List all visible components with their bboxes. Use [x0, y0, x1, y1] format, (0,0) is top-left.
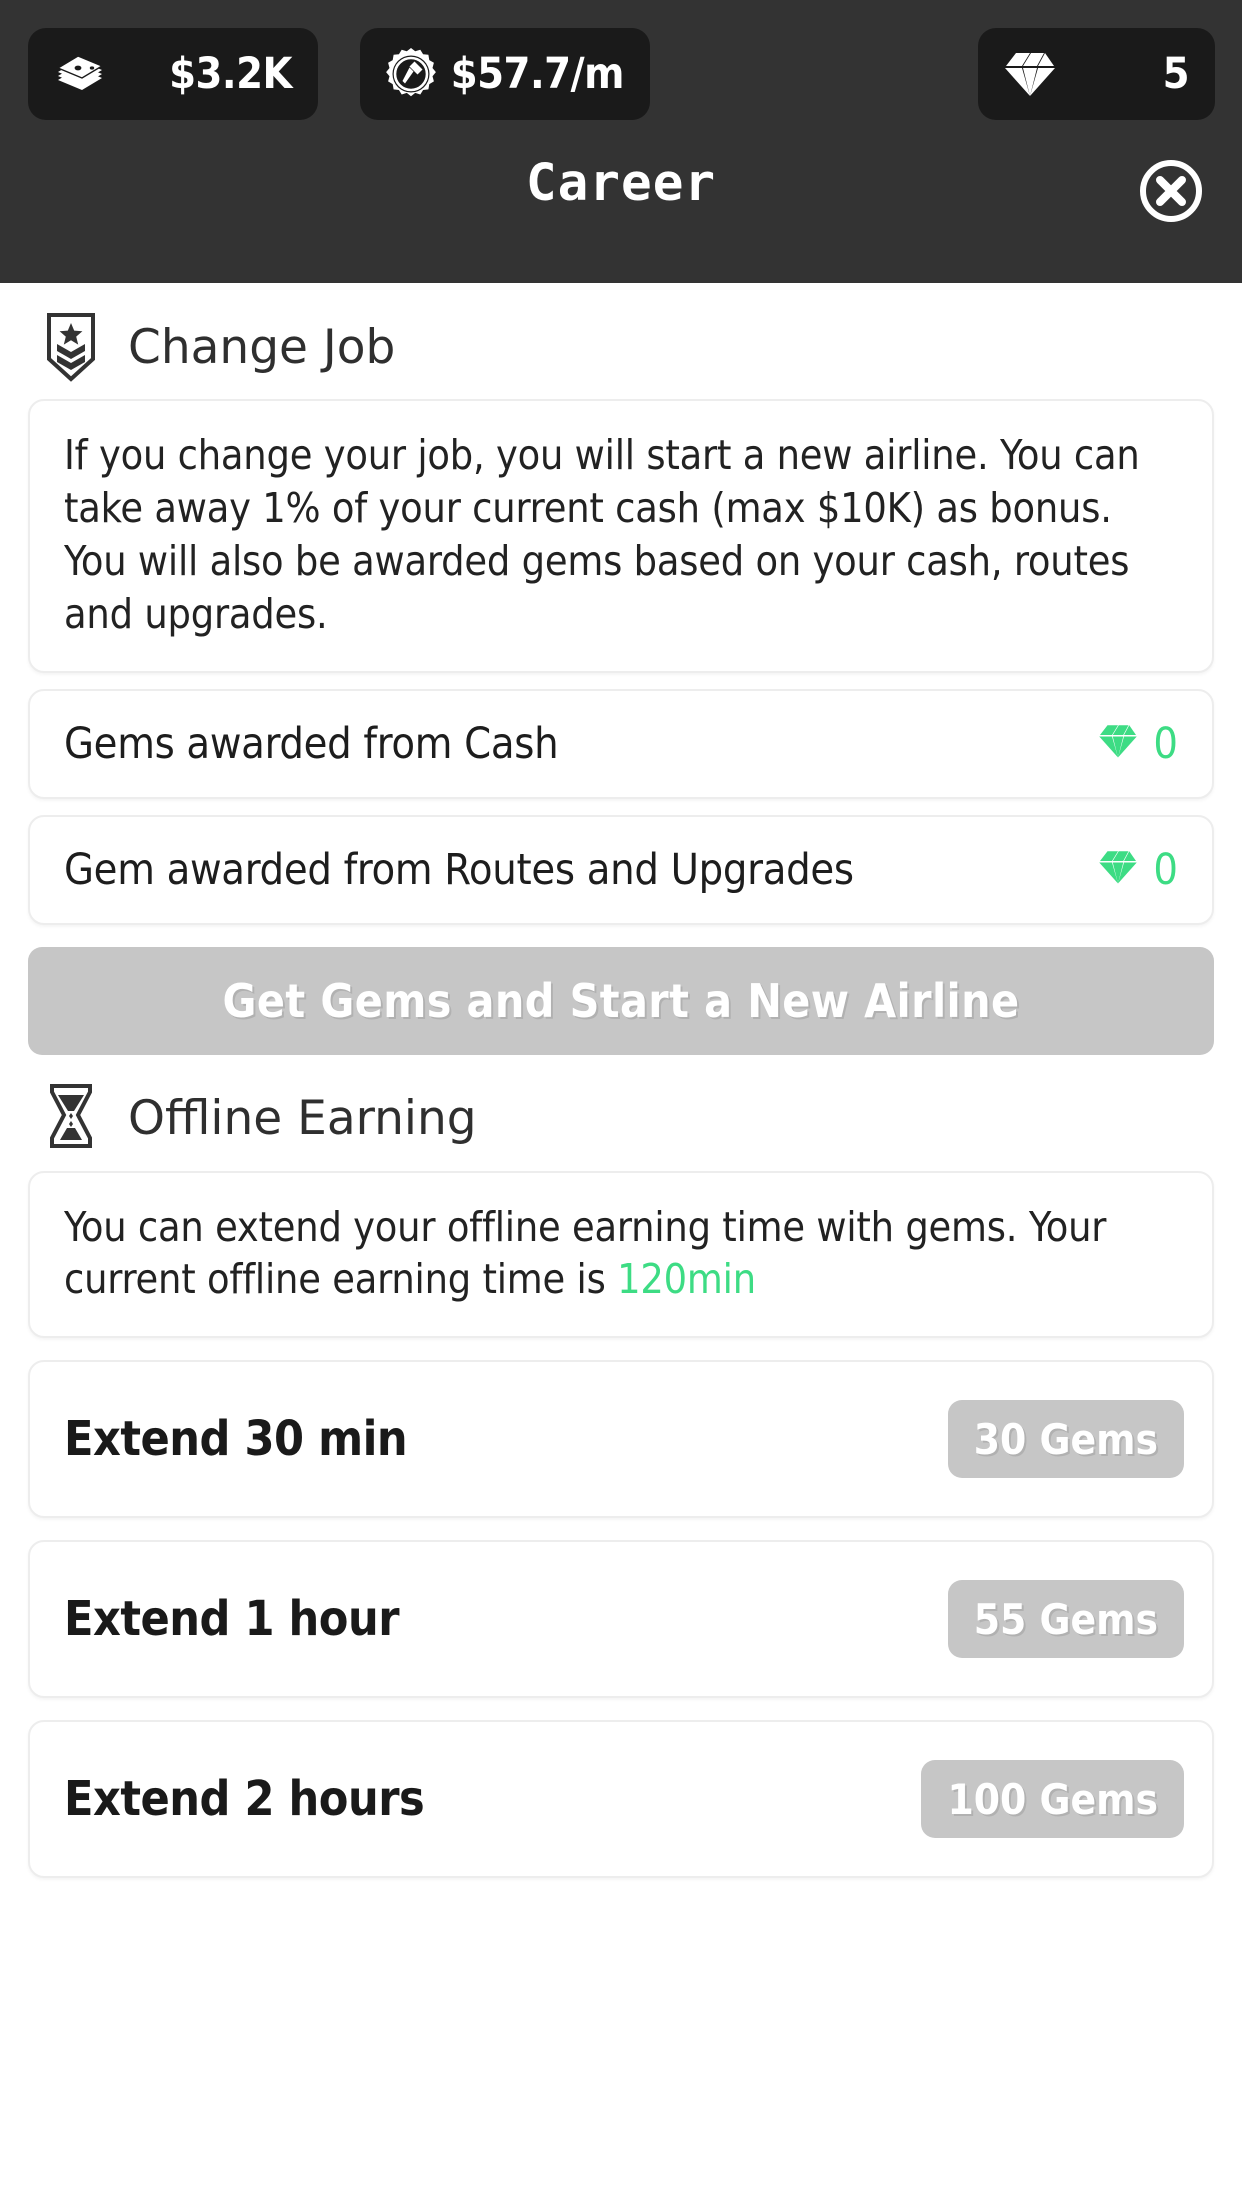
career-screen: $3.2K $57.7/m 5 Career Change Job If you…	[0, 0, 1242, 2208]
gem-icon	[1097, 723, 1139, 764]
change-job-description-card: If you change your job, you will start a…	[28, 399, 1214, 673]
resource-income[interactable]: $57.7/m	[360, 28, 650, 120]
gems-from-cash-value: 0	[1153, 718, 1178, 769]
extend-2hours-label: Extend 2 hours	[64, 1771, 425, 1828]
income-value: $57.7/m	[450, 49, 625, 99]
gem-icon	[1097, 849, 1139, 890]
hourglass-icon	[38, 1082, 104, 1156]
gems-from-routes-label: Gem awarded from Routes and Upgrades	[64, 844, 854, 895]
diamond-icon	[1002, 50, 1058, 98]
cash-value: $3.2K	[169, 49, 292, 99]
title-row: Career	[0, 120, 1242, 260]
offline-earning-description: You can extend your offline earning time…	[64, 1201, 1178, 1307]
offline-current-time: 120min	[617, 1255, 756, 1304]
extend-2hours-price-button[interactable]: 100 Gems	[921, 1760, 1184, 1839]
gems-from-routes-value: 0	[1153, 844, 1178, 895]
extend-30min-label: Extend 30 min	[64, 1411, 408, 1468]
change-job-description: If you change your job, you will start a…	[64, 431, 1140, 638]
close-circle-icon	[1140, 160, 1202, 222]
extend-option-row[interactable]: Extend 30 min 30 Gems	[28, 1360, 1214, 1519]
section-header-change-job: Change Job	[38, 311, 1242, 383]
page-title: Career	[525, 154, 717, 213]
rank-badge-icon	[38, 311, 104, 383]
extend-1hour-label: Extend 1 hour	[64, 1591, 400, 1648]
gems-value: 5	[1162, 49, 1190, 99]
extend-1hour-price-button[interactable]: 55 Gems	[947, 1580, 1184, 1659]
resource-cash[interactable]: $3.2K	[28, 28, 318, 120]
offline-earning-description-card: You can extend your offline earning time…	[28, 1170, 1214, 1339]
extend-30min-price: 30 Gems	[973, 1414, 1158, 1464]
content-area: Change Job If you change your job, you w…	[0, 283, 1242, 2208]
bottom-spacer	[0, 1878, 1242, 1912]
section-title-offline-earning: Offline Earning	[128, 1091, 477, 1146]
gems-from-cash-value-group: 0	[1097, 719, 1178, 769]
gems-from-routes-row: Gem awarded from Routes and Upgrades 0	[28, 814, 1214, 925]
resource-bar: $3.2K $57.7/m 5	[0, 28, 1242, 120]
money-stack-icon	[52, 52, 108, 96]
extend-option-row[interactable]: Extend 1 hour 55 Gems	[28, 1540, 1214, 1699]
section-header-offline-earning: Offline Earning	[38, 1083, 1242, 1155]
extend-2hours-price: 100 Gems	[947, 1774, 1158, 1824]
offline-description-prefix: You can extend your offline earning time…	[64, 1202, 1107, 1304]
gear-hammer-icon	[384, 47, 438, 101]
top-header: $3.2K $57.7/m 5 Career	[0, 0, 1242, 283]
extend-1hour-price: 55 Gems	[973, 1594, 1158, 1644]
extend-30min-price-button[interactable]: 30 Gems	[947, 1400, 1184, 1479]
section-title-change-job: Change Job	[128, 319, 396, 375]
gems-from-cash-row: Gems awarded from Cash 0	[28, 688, 1214, 799]
extend-option-row[interactable]: Extend 2 hours 100 Gems	[28, 1720, 1214, 1879]
gems-from-routes-value-group: 0	[1097, 845, 1178, 895]
resource-gems[interactable]: 5	[978, 28, 1215, 120]
gems-from-cash-label: Gems awarded from Cash	[64, 718, 559, 769]
get-gems-new-airline-label: Get Gems and Start a New Airline	[222, 973, 1020, 1028]
close-button[interactable]	[1134, 154, 1208, 228]
get-gems-new-airline-button[interactable]: Get Gems and Start a New Airline	[28, 946, 1214, 1055]
